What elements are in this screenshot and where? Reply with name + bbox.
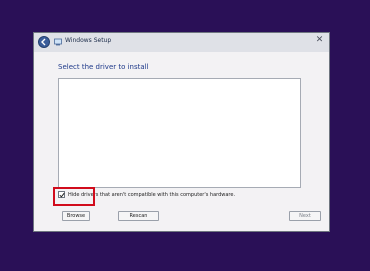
rescan-button[interactable]: Rescan [118,211,159,221]
setup-window: Windows Setup ✕ Select the driver to ins… [33,32,330,232]
desktop-background: Windows Setup ✕ Select the driver to ins… [0,0,370,271]
driver-list[interactable] [58,78,301,188]
back-arrow-icon[interactable] [38,36,50,48]
close-icon[interactable]: ✕ [313,35,326,46]
page-heading: Select the driver to install [58,63,149,71]
browse-highlight-box [53,187,95,206]
title-bar: Windows Setup ✕ [34,33,329,53]
browse-button[interactable]: Browse [62,211,90,221]
window-title: Windows Setup [65,37,112,44]
next-button[interactable]: Next [289,211,321,221]
windows-setup-icon [54,38,62,46]
